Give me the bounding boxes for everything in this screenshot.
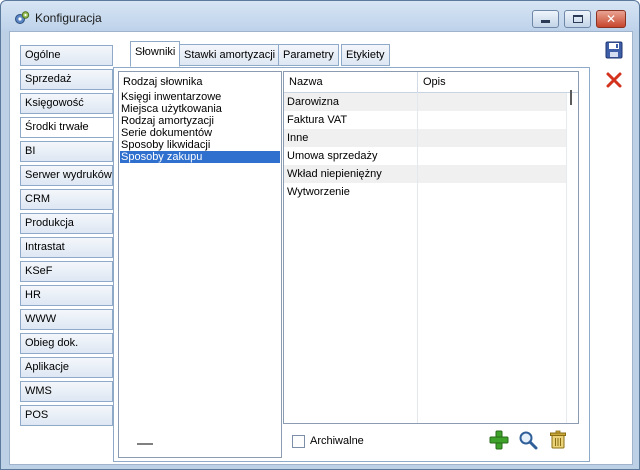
table-row[interactable]: Inne (284, 129, 566, 147)
cell-nazwa: Inne (287, 132, 309, 144)
nav-item-ogolne[interactable]: Ogólne (20, 45, 113, 66)
nav-item-bi[interactable]: BI (20, 141, 113, 162)
maximize-icon (572, 15, 583, 23)
dictionary-type-header: Rodzaj słownika (123, 76, 203, 88)
list-item[interactable]: Serie dokumentów (120, 127, 280, 139)
nav-item-produkcja[interactable]: Produkcja (20, 213, 113, 234)
cell-nazwa: Darowizna (287, 96, 339, 108)
table-row[interactable]: Wkład niepieniężny (284, 165, 566, 183)
list-item[interactable]: Miejsca użytkowania (120, 103, 280, 115)
nav-item-hr[interactable]: HR (20, 285, 113, 306)
save-icon (605, 41, 623, 62)
nav-item-serwer-wydrukow[interactable]: Serwer wydruków (20, 165, 113, 186)
tab-etykiety[interactable]: Etykiety (341, 44, 390, 66)
archival-checkbox[interactable] (292, 435, 305, 448)
scrollbar-thumb[interactable] (570, 90, 572, 105)
nav-item-crm[interactable]: CRM (20, 189, 113, 210)
table-row[interactable]: Darowizna (284, 93, 566, 111)
save-button[interactable] (603, 40, 625, 62)
nav-item-aplikacje[interactable]: Aplikacje (20, 357, 113, 378)
cell-nazwa: Wytworzenie (287, 186, 350, 198)
maximize-button[interactable] (564, 10, 591, 28)
window-client-area: Ogólne Sprzedaż Księgowość Środki trwałe… (9, 31, 633, 465)
minimize-icon (541, 20, 550, 23)
configuration-window: Konfiguracja ✕ Ogólne Sprzedaż Księgowoś… (0, 0, 640, 470)
list-item[interactable]: Księgi inwentarzowe (120, 91, 280, 103)
column-separator[interactable] (417, 72, 418, 93)
nav-item-ksef[interactable]: KSeF (20, 261, 113, 282)
cell-nazwa: Faktura VAT (287, 114, 348, 126)
close-window-button[interactable]: ✕ (596, 10, 626, 28)
list-item[interactable]: Sposoby likwidacji (120, 139, 280, 151)
nav-item-www[interactable]: WWW (20, 309, 113, 330)
values-grid[interactable]: Nazwa Opis Darowizna Faktura VAT Inne Um… (283, 71, 579, 424)
splitter-handle[interactable] (137, 443, 153, 445)
nav-item-srodki-trwale[interactable]: Środki trwałe (20, 117, 117, 138)
delete-icon (548, 430, 568, 453)
list-item[interactable]: Rodzaj amortyzacji (120, 115, 280, 127)
search-button[interactable] (517, 430, 539, 452)
nav-item-wms[interactable]: WMS (20, 381, 113, 402)
nav-item-sprzedaz[interactable]: Sprzedaż (20, 69, 113, 90)
cancel-icon (605, 71, 623, 92)
list-item-selected[interactable]: Sposoby zakupu (120, 151, 280, 163)
nav-item-intrastat[interactable]: Intrastat (20, 237, 113, 258)
column-divider (417, 93, 418, 423)
minimize-button[interactable] (532, 10, 559, 28)
window-title: Konfiguracja (35, 11, 102, 25)
archival-checkbox-label: Archiwalne (310, 435, 364, 447)
dictionary-type-list[interactable]: Rodzaj słownika Księgi inwentarzowe Miej… (118, 71, 282, 458)
nav-item-pos[interactable]: POS (20, 405, 113, 426)
nav-item-ksiegowosc[interactable]: Księgowość (20, 93, 113, 114)
cell-nazwa: Wkład niepieniężny (287, 168, 382, 180)
cancel-button[interactable] (603, 70, 625, 92)
tab-parametry[interactable]: Parametry (278, 44, 339, 66)
tab-stawki-amortyzacji[interactable]: Stawki amortyzacji (179, 44, 281, 66)
vertical-scrollbar[interactable] (566, 90, 578, 423)
grid-header: Nazwa Opis (284, 72, 578, 93)
gears-icon (14, 10, 30, 26)
search-icon (518, 430, 538, 453)
column-header-nazwa[interactable]: Nazwa (289, 76, 323, 88)
title-bar[interactable]: Konfiguracja ✕ (1, 1, 639, 31)
delete-button[interactable] (547, 430, 569, 452)
add-icon (489, 430, 509, 453)
table-row[interactable]: Faktura VAT (284, 111, 566, 129)
close-icon: ✕ (605, 12, 617, 26)
nav-item-obieg-dok[interactable]: Obieg dok. (20, 333, 113, 354)
cell-nazwa: Umowa sprzedaży (287, 150, 378, 162)
table-row[interactable]: Wytworzenie (284, 183, 566, 201)
tab-slowniki[interactable]: Słowniki (130, 41, 181, 67)
table-row[interactable]: Umowa sprzedaży (284, 147, 566, 165)
add-button[interactable] (488, 430, 510, 452)
column-header-opis[interactable]: Opis (423, 76, 446, 88)
